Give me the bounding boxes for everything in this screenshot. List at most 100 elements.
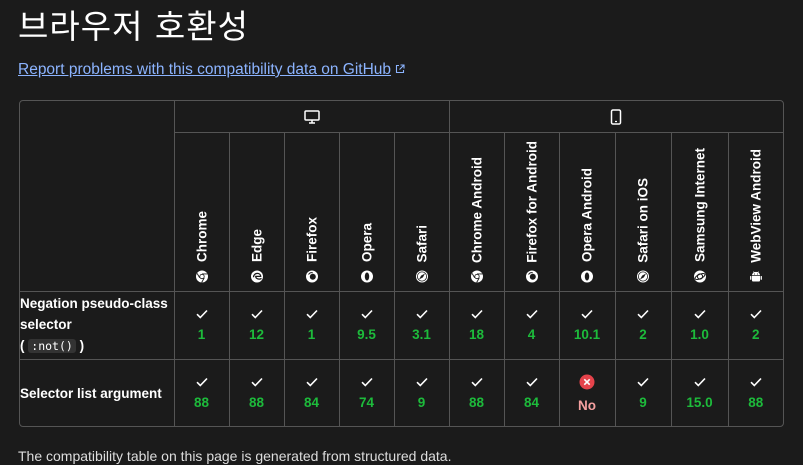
support-version: 84 bbox=[524, 394, 540, 410]
support-version: 9 bbox=[639, 394, 647, 410]
browser-name: WebView Android bbox=[748, 148, 764, 263]
feature-code: :not() bbox=[28, 339, 76, 353]
support-version: 84 bbox=[303, 394, 320, 410]
support-cell-samsung-internet[interactable]: 1.0 bbox=[670, 290, 729, 360]
check-icon bbox=[693, 309, 706, 319]
support-cell-firefox[interactable]: 1 bbox=[283, 290, 340, 360]
chrome-icon bbox=[470, 270, 483, 283]
support-version: 4 bbox=[527, 326, 536, 342]
support-cell-opera-android[interactable]: No bbox=[558, 358, 616, 426]
platform-mobile bbox=[448, 101, 783, 133]
support-cell-chrome[interactable]: 88 bbox=[173, 358, 230, 426]
check-icon bbox=[415, 309, 428, 319]
support-cell-edge[interactable]: 88 bbox=[228, 358, 285, 426]
support-version: 10.1 bbox=[573, 326, 601, 342]
support-cell-webview-android[interactable]: 2 bbox=[727, 290, 783, 360]
browser-name: Edge bbox=[249, 229, 264, 263]
support-version: 88 bbox=[469, 394, 485, 410]
support-version: 88 bbox=[248, 394, 265, 410]
table-corner bbox=[20, 101, 175, 292]
browser-header-inner: Samsung Internet bbox=[672, 133, 728, 291]
browser-header-inner: Chrome Android bbox=[450, 133, 504, 291]
browser-name: Chrome Android bbox=[469, 156, 485, 263]
support-version: 1 bbox=[197, 326, 206, 342]
support-cell-edge[interactable]: 12 bbox=[228, 290, 285, 360]
check-icon bbox=[470, 309, 483, 319]
check-icon bbox=[250, 377, 263, 387]
platform-desktop bbox=[173, 101, 450, 133]
support-version: 2 bbox=[752, 326, 760, 342]
browser-name: Safari on iOS bbox=[635, 177, 651, 263]
opera-icon bbox=[581, 270, 594, 282]
browser-name: Safari bbox=[414, 224, 430, 263]
support-version: 9.5 bbox=[357, 326, 376, 342]
android-icon bbox=[749, 270, 762, 281]
support-cell-chrome-android[interactable]: 88 bbox=[448, 358, 505, 426]
browser-header-firefox-for-android: Firefox for Android bbox=[503, 131, 560, 292]
support-cell-firefox[interactable]: 84 bbox=[283, 358, 340, 426]
support-cell-safari-on-ios[interactable]: 9 bbox=[614, 358, 672, 426]
browser-name: Opera bbox=[359, 223, 374, 263]
check-icon bbox=[360, 309, 373, 319]
support-cell-safari[interactable]: 9 bbox=[393, 358, 450, 426]
footer-partial-text: The compatibility table on this page is … bbox=[18, 448, 452, 464]
desktop-monitor-icon bbox=[303, 110, 320, 124]
check-icon bbox=[195, 309, 208, 319]
support-cell-opera-android[interactable]: 10.1 bbox=[558, 290, 616, 360]
browser-name: Chrome bbox=[194, 211, 209, 263]
support-version: 88 bbox=[748, 394, 764, 410]
browser-header-inner: Firefox for Android bbox=[505, 133, 559, 291]
browser-header-inner: Firefox bbox=[285, 133, 339, 291]
samsung-internet-icon bbox=[693, 270, 706, 282]
support-cell-webview-android[interactable]: 88 bbox=[727, 358, 783, 426]
opera-icon bbox=[360, 270, 373, 282]
safari-icon bbox=[637, 270, 650, 282]
check-icon bbox=[750, 377, 762, 387]
check-icon bbox=[637, 377, 649, 387]
page-title: 브라우저 호환성 bbox=[18, 7, 250, 46]
feature-code-paren-close: ) bbox=[79, 338, 85, 353]
check-icon bbox=[581, 309, 593, 319]
check-icon bbox=[750, 309, 762, 319]
browser-header-chrome-android: Chrome Android bbox=[448, 131, 505, 292]
browser-header-inner: Safari on iOS bbox=[616, 133, 671, 291]
browser-header-firefox: Firefox bbox=[283, 131, 340, 292]
support-cell-safari-on-ios[interactable]: 2 bbox=[614, 290, 672, 360]
support-version: 18 bbox=[469, 326, 485, 342]
report-problems-link[interactable]: Report problems with this compatibility … bbox=[18, 60, 405, 80]
browser-header-inner: Safari bbox=[395, 133, 449, 291]
chrome-icon bbox=[195, 270, 208, 283]
support-cell-chrome-android[interactable]: 18 bbox=[448, 290, 505, 360]
check-icon bbox=[525, 309, 538, 319]
check-icon bbox=[195, 377, 208, 387]
safari-icon bbox=[415, 270, 428, 282]
browser-header-inner: Chrome bbox=[175, 133, 229, 291]
check-icon bbox=[305, 309, 318, 319]
check-icon bbox=[360, 377, 373, 387]
edge-icon bbox=[250, 270, 263, 282]
browser-header-chrome: Chrome bbox=[174, 131, 230, 292]
browser-header-opera: Opera bbox=[338, 131, 395, 292]
support-cell-samsung-internet[interactable]: 15.0 bbox=[670, 358, 729, 426]
mobile-phone-icon bbox=[611, 109, 622, 125]
support-cell-opera[interactable]: 9.5 bbox=[338, 290, 395, 360]
browser-header-safari-on-ios: Safari on iOS bbox=[614, 131, 672, 292]
browser-header-inner: Opera bbox=[340, 133, 394, 291]
support-version: 2 bbox=[639, 326, 647, 342]
browser-header-samsung-internet: Samsung Internet bbox=[670, 131, 729, 292]
support-version: 12 bbox=[248, 326, 265, 342]
support-version: 3.1 bbox=[412, 326, 431, 342]
browser-header-opera-android: Opera Android bbox=[558, 131, 616, 292]
support-cell-firefox-for-android[interactable]: 84 bbox=[503, 358, 560, 426]
report-link-label: Report problems with this compatibility … bbox=[18, 61, 392, 78]
check-icon bbox=[637, 309, 649, 319]
firefox-icon bbox=[305, 270, 318, 282]
support-version: 15.0 bbox=[686, 394, 713, 410]
support-cell-firefox-for-android[interactable]: 4 bbox=[503, 290, 560, 360]
browser-header-inner: WebView Android bbox=[729, 133, 783, 291]
browser-compat-table: Chrome Edge Firefox Opera Safari Chrome Andro… bbox=[19, 100, 784, 427]
support-cell-opera[interactable]: 74 bbox=[338, 358, 395, 426]
browser-header-safari: Safari bbox=[393, 131, 450, 292]
support-cell-safari[interactable]: 3.1 bbox=[393, 290, 450, 360]
support-cell-chrome[interactable]: 1 bbox=[173, 290, 230, 360]
